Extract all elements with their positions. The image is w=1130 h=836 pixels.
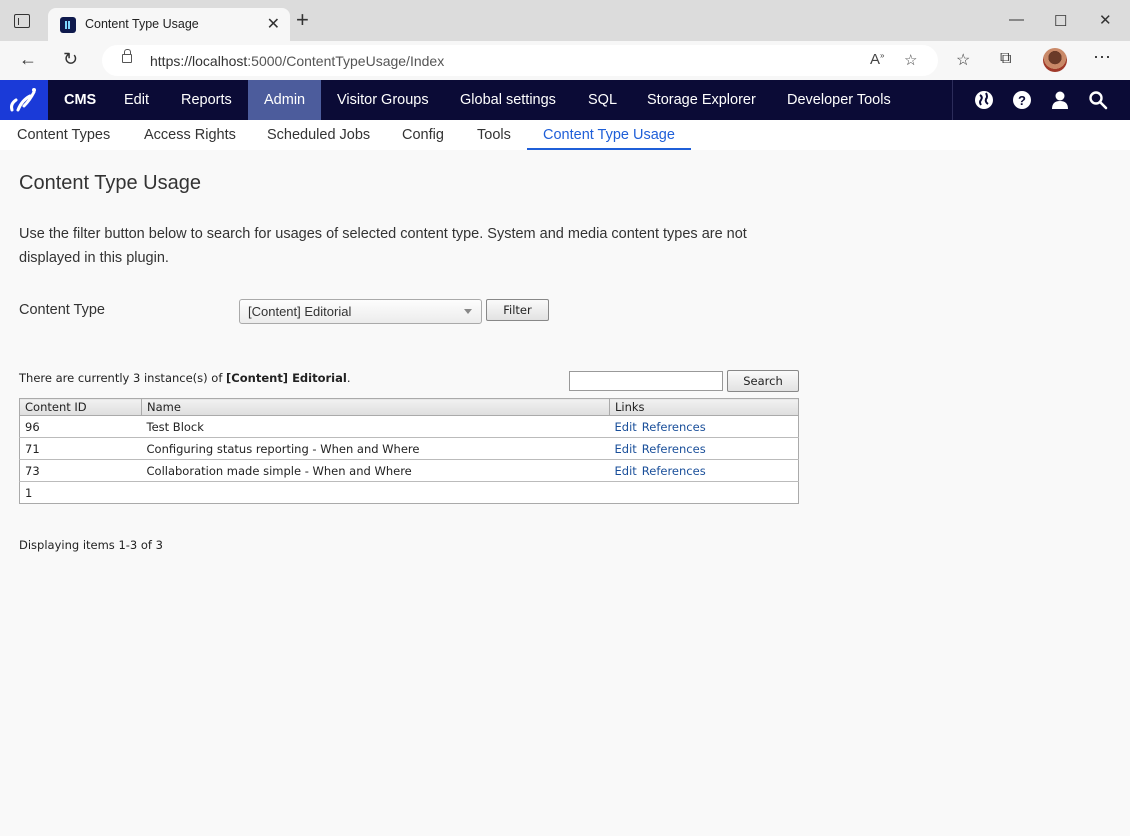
cell-links: Edit References <box>609 415 799 438</box>
refresh-icon[interactable]: ↻ <box>63 49 78 70</box>
more-options-icon[interactable]: ⋯ <box>1093 47 1111 68</box>
close-tab-icon[interactable]: ✕ <box>267 14 280 34</box>
instance-count-text: There are currently 3 instance(s) of [Co… <box>19 371 351 385</box>
nav-divider <box>952 80 953 120</box>
dropdown-arrow-icon <box>464 309 472 314</box>
intro-text: Use the filter button below to search fo… <box>19 226 747 266</box>
cell-name: Test Block <box>141 415 610 438</box>
displaying-items-text: Displaying items 1-3 of 3 <box>19 538 163 552</box>
tab-scheduled-jobs[interactable]: Scheduled Jobs <box>251 120 386 150</box>
user-icon[interactable] <box>1050 90 1070 110</box>
filter-button[interactable]: Filter <box>486 299 549 321</box>
edit-link[interactable]: Edit <box>615 420 637 434</box>
edit-link[interactable]: Edit <box>615 464 637 478</box>
address-bar[interactable]: https://localhost:5000/ContentTypeUsage/… <box>102 45 938 76</box>
search-button[interactable]: Search <box>727 370 799 392</box>
maximize-icon[interactable]: ☐ <box>1054 12 1067 30</box>
collections-icon[interactable]: ⧉ <box>1000 50 1011 68</box>
edit-link[interactable]: Edit <box>615 442 637 456</box>
close-window-icon[interactable]: ✕ <box>1099 11 1112 29</box>
browser-toolbar: ← ↻ https://localhost:5000/ContentTypeUs… <box>0 41 1130 80</box>
table-header-row: Content ID Name Links <box>19 398 799 416</box>
optimizely-logo-icon[interactable] <box>0 80 48 120</box>
tab-access-rights[interactable]: Access Rights <box>128 120 252 150</box>
nav-reports[interactable]: Reports <box>165 80 248 120</box>
page-title: Content Type Usage <box>19 172 201 194</box>
column-header-links[interactable]: Links <box>609 398 799 416</box>
nav-edit[interactable]: Edit <box>108 80 165 120</box>
nav-visitor-groups[interactable]: Visitor Groups <box>321 80 445 120</box>
table-row: 71 Configuring status reporting - When a… <box>19 437 799 460</box>
cell-name: Collaboration made simple - When and Whe… <box>141 459 610 482</box>
cell-content-id: 73 <box>19 459 142 482</box>
profile-avatar[interactable] <box>1043 48 1067 72</box>
cell-content-id: 71 <box>19 437 142 460</box>
nav-admin[interactable]: Admin <box>248 80 322 120</box>
lock-icon[interactable] <box>122 49 132 63</box>
site-favicon-icon <box>60 17 76 33</box>
url-text[interactable]: https://localhost:5000/ContentTypeUsage/… <box>150 53 444 69</box>
favorites-icon[interactable]: ☆ <box>956 50 970 70</box>
cms-top-nav: CMS Edit Reports Admin Visitor Groups Gl… <box>0 80 1130 120</box>
references-link[interactable]: References <box>642 464 706 478</box>
nav-storage-explorer[interactable]: Storage Explorer <box>631 80 772 120</box>
minimize-icon[interactable]: — <box>1009 11 1024 28</box>
count-content-type: [Content] Editorial <box>226 371 347 385</box>
search-input[interactable] <box>569 371 723 391</box>
nav-developer-tools[interactable]: Developer Tools <box>771 80 907 120</box>
read-aloud-icon[interactable]: A» <box>870 51 884 68</box>
cell-content-id: 96 <box>19 415 142 438</box>
help-icon[interactable]: ? <box>1012 90 1032 110</box>
table-row: 96 Test Block Edit References <box>19 415 799 438</box>
pager-page-1[interactable]: 1 <box>19 481 799 504</box>
tab-tools[interactable]: Tools <box>461 120 527 150</box>
back-icon[interactable]: ← <box>19 49 37 70</box>
table-row: 73 Collaboration made simple - When and … <box>19 459 799 482</box>
tab-config[interactable]: Config <box>386 120 460 150</box>
nav-cms[interactable]: CMS <box>48 80 112 120</box>
add-favorite-icon[interactable]: ☆ <box>904 51 917 69</box>
column-header-content-id[interactable]: Content ID <box>19 398 142 416</box>
tab-title: Content Type Usage <box>85 17 199 31</box>
admin-sub-nav: Content Types Access Rights Scheduled Jo… <box>0 120 1130 150</box>
cell-links: Edit References <box>609 437 799 460</box>
usage-table: Content ID Name Links 96 Test Block Edit… <box>19 398 799 504</box>
svg-text:?: ? <box>1018 93 1026 108</box>
references-link[interactable]: References <box>642 442 706 456</box>
cell-links: Edit References <box>609 459 799 482</box>
cell-name: Configuring status reporting - When and … <box>141 437 610 460</box>
tab-content-types[interactable]: Content Types <box>1 120 126 150</box>
tab-content-type-usage[interactable]: Content Type Usage <box>527 120 691 150</box>
nav-global-settings[interactable]: Global settings <box>444 80 572 120</box>
references-link[interactable]: References <box>642 420 706 434</box>
nav-sql[interactable]: SQL <box>572 80 633 120</box>
search-icon[interactable] <box>1088 90 1108 110</box>
new-tab-icon[interactable]: + <box>296 9 309 31</box>
content-type-select[interactable]: [Content] Editorial <box>239 299 482 324</box>
pager-row: 1 <box>19 481 799 504</box>
tab-actions-icon[interactable] <box>14 14 30 28</box>
globe-icon[interactable] <box>974 90 994 110</box>
column-header-name[interactable]: Name <box>141 398 610 416</box>
browser-tabstrip: Content Type Usage ✕ + — ☐ ✕ <box>0 0 1130 41</box>
content-type-selected-value: [Content] Editorial <box>248 304 352 319</box>
content-type-label: Content Type <box>19 302 105 318</box>
browser-tab[interactable]: Content Type Usage ✕ <box>48 8 290 41</box>
